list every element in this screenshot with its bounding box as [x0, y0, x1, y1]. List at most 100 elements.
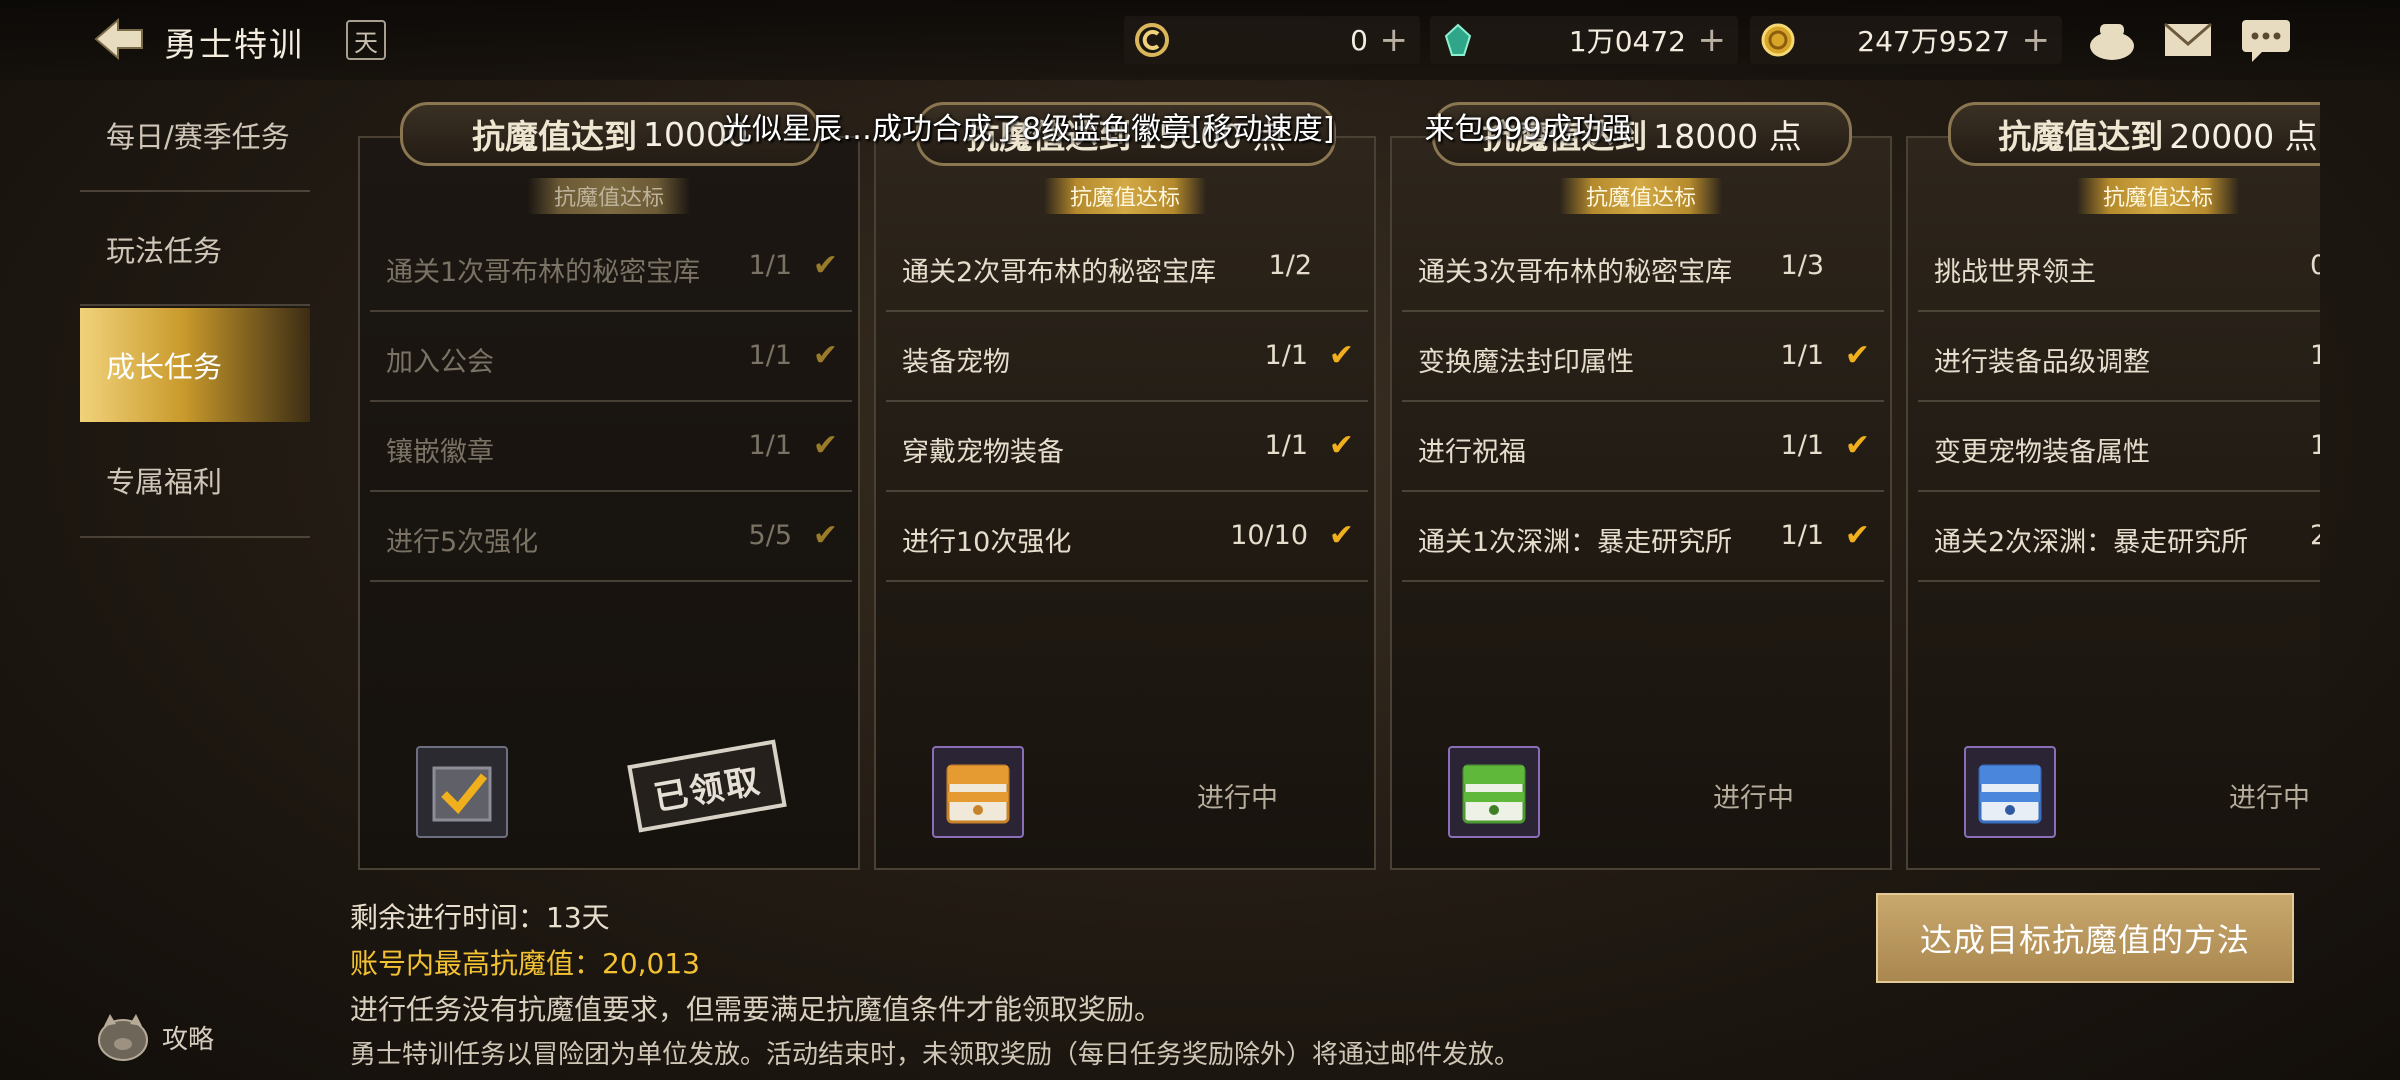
page-title: 勇士特训	[164, 25, 304, 64]
task-name: 通关1次哥布林的秘密宝库	[386, 257, 701, 288]
task-row: 通关3次哥布林的秘密宝库 1/3	[1402, 222, 1884, 312]
card-clip: 抗魔值达到 20000 点 抗魔值达标 挑战世界领主 0/ 进行装备品级调整 1…	[1900, 80, 2320, 880]
check-icon: ✔	[1328, 518, 1354, 553]
task-row: 进行10次强化 10/10 ✔	[886, 492, 1368, 582]
card-tag: 抗魔值达标	[2076, 178, 2240, 214]
power-method-button[interactable]: 达成目标抗魔值的方法	[1876, 893, 2294, 983]
pouch-icon	[2090, 24, 2134, 60]
task-name: 穿戴宠物装备	[902, 437, 1064, 468]
check-icon: ✔	[1844, 518, 1870, 553]
task-progress: 1/	[2310, 340, 2320, 371]
task-progress: 1/1	[1780, 430, 1824, 461]
task-progress: 1/1	[1264, 430, 1308, 461]
pig-mascot-icon	[98, 1014, 148, 1061]
green-crystal-icon	[1444, 23, 1472, 56]
task-row: 进行祝福 1/1 ✔	[1402, 402, 1884, 492]
claimed-chest-icon	[432, 766, 492, 822]
check-icon: ✔	[812, 338, 838, 373]
strategy-button[interactable]: 攻略	[96, 1012, 214, 1062]
task-progress: 10/10	[1230, 520, 1308, 551]
blue-chest-icon	[1978, 764, 2042, 824]
task-progress: 2/	[2310, 520, 2320, 551]
sidebar-item-gameplay[interactable]: 玩法任务	[80, 194, 310, 306]
task-row: 通关1次哥布林的秘密宝库 1/1 ✔	[370, 222, 852, 312]
chat-button[interactable]	[2240, 16, 2292, 64]
status-in-progress: 进行中	[1197, 783, 1278, 814]
task-row: 进行5次强化 5/5 ✔	[370, 492, 852, 582]
claimed-stamp: 已领取	[627, 739, 787, 833]
task-progress: 1/1	[1780, 520, 1824, 551]
note-requirement: 进行任务没有抗魔值要求，但需要满足抗魔值条件才能领取奖励。	[350, 993, 1163, 1026]
check-icon: ✔	[1844, 338, 1870, 373]
reward-card-10000: 抗魔值达到 10000 抗魔值达标 通关1次哥布林的秘密宝库 1/1 ✔ 加入公…	[358, 102, 860, 870]
sidebar-item-label: 每日/赛季任务	[106, 120, 290, 154]
add-gold-button[interactable]: +	[2022, 20, 2051, 60]
sidebar-item-exclusive-benefits[interactable]: 专属福利	[80, 424, 310, 538]
task-progress: 1/3	[1780, 250, 1824, 281]
task-progress: 1/1	[1264, 340, 1308, 371]
task-name: 变换魔法封印属性	[1418, 347, 1634, 378]
reward-card-18000: 抗魔值达到 18000 点 抗魔值达标 通关3次哥布林的秘密宝库 1/3 变换魔…	[1390, 102, 1892, 870]
task-row: 装备宠物 1/1 ✔	[886, 312, 1368, 402]
status-in-progress: 进行中	[2229, 783, 2310, 814]
task-name: 通关2次深渊：暴走研究所	[1934, 527, 2249, 558]
card-header: 抗魔值达到 20000 点	[1948, 102, 2320, 166]
sidebar-item-daily-season[interactable]: 每日/赛季任务	[80, 80, 310, 192]
back-button[interactable]	[92, 14, 148, 64]
note-mail: 勇士特训任务以冒险团为单位发放。活动结束时，未领取奖励（每日任务奖励除外）将通过…	[350, 1040, 1521, 1070]
card-tag: 抗魔值达标	[527, 178, 691, 214]
task-progress: 1/1	[748, 430, 792, 461]
check-icon: ✔	[1844, 428, 1870, 463]
coin-c-icon	[1135, 23, 1169, 57]
task-name: 进行10次强化	[902, 527, 1072, 558]
check-icon: ✔	[1328, 338, 1354, 373]
card-tag: 抗魔值达标	[1559, 178, 1723, 214]
green-chest-icon	[1462, 764, 1526, 824]
task-progress: 1/1	[748, 250, 792, 281]
calendar-icon[interactable]: 天	[346, 20, 386, 60]
add-crystal-button[interactable]: +	[1698, 20, 1727, 60]
sidebar-item-label: 专属福利	[106, 465, 223, 499]
sidebar-item-label: 成长任务	[106, 350, 223, 384]
task-row: 加入公会 1/1 ✔	[370, 312, 852, 402]
card-header-value: 18000 点	[1653, 117, 1802, 156]
task-progress: 5/5	[748, 520, 792, 551]
mail-button[interactable]	[2162, 16, 2214, 64]
task-name: 加入公会	[386, 347, 494, 378]
sidebar-item-growth[interactable]: 成长任务	[80, 308, 310, 422]
remaining-time: 剩余进行时间：13天	[350, 901, 610, 934]
coin-value: 0	[1350, 23, 1368, 57]
bag-button[interactable]	[2086, 16, 2138, 64]
sidebar-item-label: 玩法任务	[106, 234, 223, 268]
task-row: 进行装备品级调整 1/	[1918, 312, 2320, 402]
card-header-label: 抗魔值达到	[1998, 117, 2164, 156]
task-name: 通关1次深渊：暴走研究所	[1418, 527, 1733, 558]
task-name: 变更宠物装备属性	[1934, 437, 2150, 468]
reward-chest-claimed[interactable]	[416, 746, 508, 838]
task-row: 通关2次哥布林的秘密宝库 1/2	[886, 222, 1368, 312]
reward-card-15000: 抗魔值达到 15000 点 抗魔值达标 通关2次哥布林的秘密宝库 1/2 装备宠…	[874, 102, 1376, 870]
task-row: 通关2次深渊：暴走研究所 2/	[1918, 492, 2320, 582]
check-icon: ✔	[1328, 428, 1354, 463]
task-row: 挑战世界领主 0/	[1918, 222, 2320, 312]
card-header-value: 20000 点	[2169, 117, 2318, 156]
check-icon: ✔	[812, 248, 838, 283]
add-coin-button[interactable]: +	[1380, 20, 1409, 60]
task-row: 镶嵌徽章 1/1 ✔	[370, 402, 852, 492]
gold-value: 247万9527	[1857, 25, 2010, 58]
task-name: 进行祝福	[1418, 437, 1526, 468]
gold-coin-icon	[1761, 23, 1795, 57]
broadcast-ticker: 光似星辰…成功合成了8级蓝色徽章[移动速度] 来包999成功强	[722, 112, 1632, 147]
currency-coin: 0 +	[1124, 16, 1420, 64]
task-name: 进行5次强化	[386, 527, 539, 558]
back-arrow-icon	[94, 17, 143, 61]
strategy-label: 攻略	[162, 1024, 215, 1055]
crystal-value: 1万0472	[1568, 25, 1686, 58]
check-icon: ✔	[812, 428, 838, 463]
task-name: 挑战世界领主	[1934, 257, 2096, 288]
reward-chest[interactable]	[1448, 746, 1540, 838]
max-power: 账号内最高抗魔值：20,013	[350, 947, 700, 980]
task-name: 镶嵌徽章	[386, 437, 494, 468]
reward-chest[interactable]	[932, 746, 1024, 838]
reward-chest[interactable]	[1964, 746, 2056, 838]
